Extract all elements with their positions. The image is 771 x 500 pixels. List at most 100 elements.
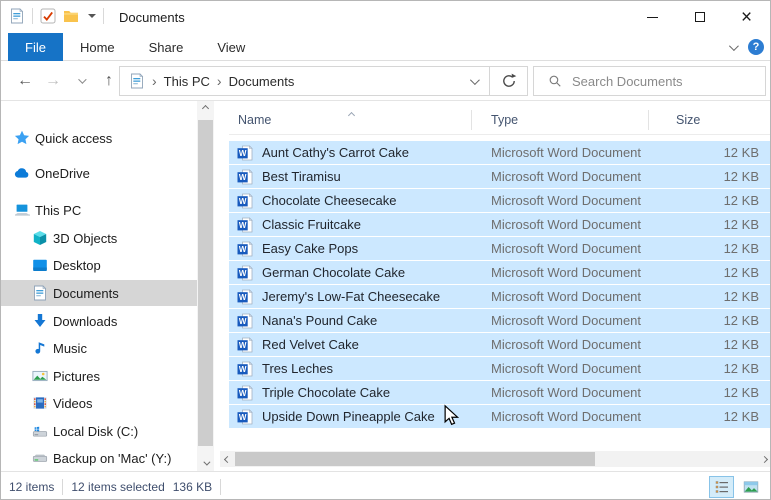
- properties-checkbox-icon[interactable]: [40, 8, 56, 24]
- sidebar-scrollbar[interactable]: [197, 101, 214, 471]
- recent-locations-button[interactable]: [67, 67, 95, 95]
- selection-count: 12 items selected: [71, 479, 165, 494]
- item-count: 12 items: [9, 479, 55, 494]
- sidebar-item-label: Pictures: [53, 368, 100, 384]
- word-document-icon: [237, 217, 253, 233]
- maximize-button[interactable]: [676, 1, 723, 33]
- scrollbar-thumb[interactable]: [198, 120, 213, 446]
- file-row[interactable]: Red Velvet Cake Microsoft Word Document …: [229, 333, 770, 356]
- word-document-icon: [237, 385, 253, 401]
- file-row[interactable]: Best Tiramisu Microsoft Word Document 12…: [229, 165, 770, 188]
- file-type: Microsoft Word Document: [491, 145, 642, 160]
- file-name: Nana's Pound Cake: [262, 313, 378, 328]
- sidebar-item-label: Quick access: [35, 130, 113, 146]
- file-row[interactable]: Classic Fruitcake Microsoft Word Documen…: [229, 213, 770, 236]
- forward-button[interactable]: →: [39, 67, 67, 95]
- sidebar-item-this-pc[interactable]: This PC: [1, 197, 197, 223]
- file-name: German Chocolate Cake: [262, 265, 406, 280]
- file-name: Triple Chocolate Cake: [262, 385, 391, 400]
- chevron-down-icon: [203, 458, 211, 466]
- sidebar-item-videos[interactable]: Videos: [1, 390, 197, 416]
- sidebar-item-pictures[interactable]: Pictures: [1, 363, 197, 389]
- file-row[interactable]: Chocolate Cheesecake Microsoft Word Docu…: [229, 189, 770, 212]
- file-type: Microsoft Word Document: [491, 169, 642, 184]
- file-size: 12 KB: [723, 217, 759, 232]
- tab-share[interactable]: Share: [132, 33, 201, 61]
- sidebar-item-desktop[interactable]: Desktop: [1, 252, 197, 278]
- details-view-icon: [714, 479, 730, 495]
- tab-file[interactable]: File: [8, 33, 63, 61]
- file-size: 12 KB: [723, 337, 759, 352]
- title-bar: Documents ×: [1, 1, 770, 33]
- column-divider[interactable]: [471, 110, 472, 130]
- file-row[interactable]: Triple Chocolate Cake Microsoft Word Doc…: [229, 381, 770, 404]
- sidebar-item-downloads[interactable]: Downloads: [1, 308, 197, 334]
- file-size: 12 KB: [723, 193, 759, 208]
- collapse-ribbon-icon[interactable]: [728, 40, 739, 51]
- sidebar-item-onedrive[interactable]: OneDrive: [1, 160, 197, 186]
- refresh-button[interactable]: [490, 67, 527, 95]
- file-size: 12 KB: [723, 265, 759, 280]
- minimize-icon: [647, 16, 658, 18]
- search-box[interactable]: [533, 66, 766, 96]
- file-row[interactable]: Tres Leches Microsoft Word Document 12 K…: [229, 357, 770, 380]
- file-row[interactable]: Nana's Pound Cake Microsoft Word Documen…: [229, 309, 770, 332]
- sidebar-item-music[interactable]: Music: [1, 335, 197, 361]
- sidebar-item-quick-access[interactable]: Quick access: [1, 125, 197, 151]
- horizontal-scrollbar[interactable]: [220, 451, 770, 467]
- sidebar-item-backup-mac-y[interactable]: Backup on 'Mac' (Y:): [1, 445, 197, 471]
- file-size: 12 KB: [723, 289, 759, 304]
- tab-view[interactable]: View: [200, 33, 262, 61]
- word-document-icon: [237, 193, 253, 209]
- back-button[interactable]: ←: [11, 67, 39, 95]
- scroll-down-button[interactable]: [197, 456, 214, 471]
- sort-ascending-icon: [347, 107, 356, 121]
- sidebar-item-3d-objects[interactable]: 3D Objects: [1, 225, 197, 251]
- details-view-button[interactable]: [709, 476, 734, 498]
- sidebar-item-local-disk-c[interactable]: Local Disk (C:): [1, 418, 197, 444]
- file-type: Microsoft Word Document: [491, 385, 642, 400]
- scroll-left-button[interactable]: [220, 451, 235, 467]
- file-type: Microsoft Word Document: [491, 265, 642, 280]
- file-size: 12 KB: [723, 313, 759, 328]
- search-input[interactable]: [572, 73, 752, 89]
- up-arrow-icon: ↑: [105, 72, 113, 89]
- address-bar[interactable]: › This PC › Documents: [119, 66, 528, 96]
- star-icon: [14, 130, 30, 146]
- navigation-pane: Quick access OneDrive This PC 3D Objects…: [1, 101, 197, 471]
- file-row[interactable]: Jeremy's Low-Fat Cheesecake Microsoft Wo…: [229, 285, 770, 308]
- word-document-icon: [237, 289, 253, 305]
- file-row[interactable]: Upside Down Pineapple Cake Microsoft Wor…: [229, 405, 770, 428]
- sidebar-item-label: Backup on 'Mac' (Y:): [53, 450, 172, 466]
- minimize-button[interactable]: [629, 1, 676, 33]
- large-icons-view-button[interactable]: [738, 476, 763, 498]
- sidebar-item-documents[interactable]: Documents: [1, 280, 197, 306]
- word-document-icon: [237, 169, 253, 185]
- file-row[interactable]: Easy Cake Pops Microsoft Word Document 1…: [229, 237, 770, 260]
- close-button[interactable]: ×: [723, 1, 770, 33]
- column-header-type[interactable]: Type: [471, 113, 648, 127]
- address-dropdown-icon[interactable]: [469, 74, 480, 85]
- scroll-right-button[interactable]: [757, 451, 770, 467]
- file-row[interactable]: German Chocolate Cake Microsoft Word Doc…: [229, 261, 770, 284]
- column-header-size[interactable]: Size: [648, 113, 770, 127]
- new-folder-icon[interactable]: [63, 8, 79, 24]
- help-icon[interactable]: ?: [748, 39, 764, 55]
- file-explorer-window: Documents × File Home Share View ? ← → ↑: [0, 0, 771, 500]
- file-size: 12 KB: [723, 361, 759, 376]
- breadcrumb-this-pc[interactable]: This PC: [164, 74, 210, 89]
- column-divider[interactable]: [648, 110, 649, 130]
- scroll-up-button[interactable]: [197, 101, 214, 116]
- sidebar-item-label: Documents: [53, 285, 119, 301]
- file-size: 12 KB: [723, 169, 759, 184]
- scrollbar-thumb[interactable]: [235, 452, 595, 466]
- tab-home[interactable]: Home: [63, 33, 132, 61]
- customize-toolbar-caret-icon[interactable]: [88, 14, 96, 18]
- file-type: Microsoft Word Document: [491, 337, 642, 352]
- file-name: Best Tiramisu: [262, 169, 341, 184]
- breadcrumb-documents[interactable]: Documents: [229, 74, 295, 89]
- file-row[interactable]: Aunt Cathy's Carrot Cake Microsoft Word …: [229, 141, 770, 164]
- file-name: Aunt Cathy's Carrot Cake: [262, 145, 409, 160]
- navigation-toolbar: ← → ↑ › This PC › Documents: [1, 61, 770, 101]
- sidebar-item-label: Music: [53, 340, 87, 356]
